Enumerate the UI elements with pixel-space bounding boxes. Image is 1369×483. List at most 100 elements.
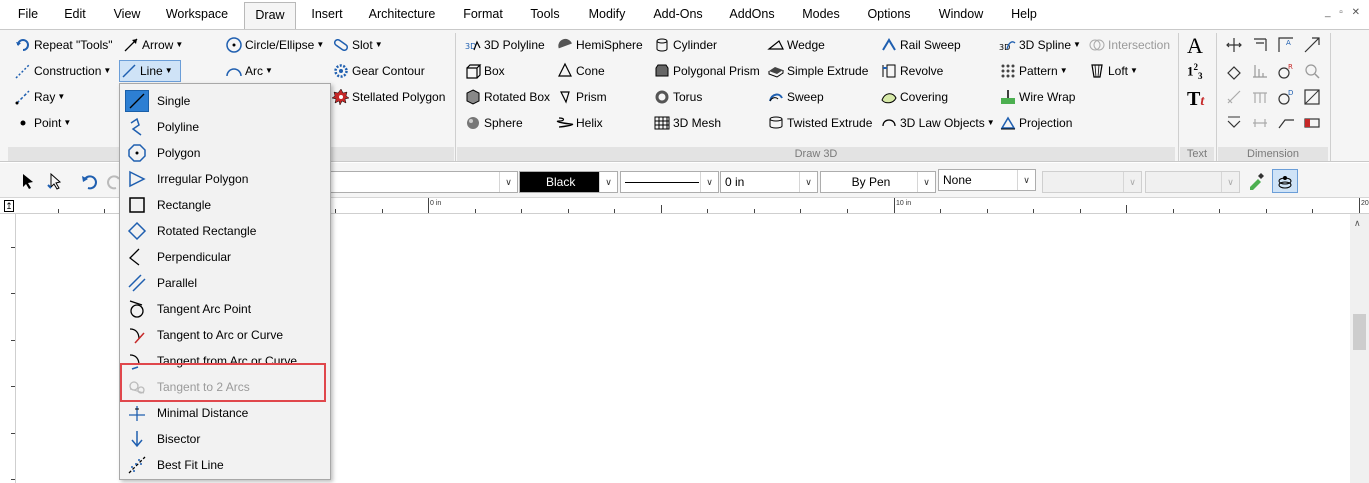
repeat-tools-button[interactable]: Repeat "Tools": [14, 34, 113, 56]
torus-button[interactable]: Torus: [653, 86, 702, 108]
menu-format[interactable]: Format: [456, 0, 510, 29]
wire-wrap-button[interactable]: Wire Wrap: [999, 86, 1075, 108]
dimension-continue-icon[interactable]: [1250, 113, 1270, 133]
circle-ellipse-button[interactable]: Circle/Ellipse ▼: [225, 34, 324, 56]
window-controls[interactable]: _ ▫ ✕: [1325, 7, 1363, 18]
dimension-radius-icon[interactable]: R: [1276, 61, 1296, 81]
menu-item-polygon[interactable]: Polygon: [122, 140, 328, 166]
select-subobject-icon[interactable]: [45, 171, 65, 191]
sweep-button[interactable]: Sweep: [767, 86, 824, 108]
menu-item-tangent-arc-curve[interactable]: Tangent to Arc or Curve: [122, 322, 328, 348]
box-button[interactable]: Box: [464, 60, 505, 82]
menu-help[interactable]: Help: [1004, 0, 1044, 29]
scrollbar-thumb[interactable]: [1353, 314, 1366, 350]
dimension-zoom-icon[interactable]: [1302, 61, 1322, 81]
covering-button[interactable]: Covering: [880, 86, 948, 108]
line-style-select[interactable]: ∨: [620, 171, 719, 193]
loft-button[interactable]: Loft ▼: [1088, 60, 1138, 82]
gear-contour-button[interactable]: Gear Contour: [332, 60, 425, 82]
eyedropper-icon[interactable]: [1246, 171, 1266, 191]
menu-options[interactable]: Options: [860, 0, 918, 29]
menu-edit[interactable]: Edit: [59, 0, 91, 29]
menu-view[interactable]: View: [107, 0, 147, 29]
3d-mesh-button[interactable]: 3D Mesh: [653, 112, 721, 134]
3d-spline-button[interactable]: 3D 3D Spline ▼: [999, 34, 1081, 56]
cylinder-button[interactable]: Cylinder: [653, 34, 717, 56]
menu-addons[interactable]: AddOns: [723, 0, 781, 29]
menu-item-bisector[interactable]: Bisector: [122, 426, 328, 452]
dimension-leader-icon[interactable]: [1302, 35, 1322, 55]
3d-polyline-button[interactable]: 3D 3D Polyline: [464, 34, 545, 56]
dimension-tolerance-icon[interactable]: [1302, 113, 1322, 133]
color-select[interactable]: Black ∨: [519, 171, 618, 193]
cone-button[interactable]: Cone: [556, 60, 605, 82]
undo-icon[interactable]: [80, 171, 100, 191]
menu-item-single[interactable]: Single: [122, 88, 328, 114]
sphere-button[interactable]: Sphere: [464, 112, 523, 134]
pattern-button[interactable]: Pattern ▼: [999, 60, 1068, 82]
dimension-aligned-icon[interactable]: [1250, 35, 1270, 55]
dimension-callout-icon[interactable]: [1276, 113, 1296, 133]
polygonal-prism-button[interactable]: Polygonal Prism: [653, 60, 760, 82]
dimension-diameter-icon[interactable]: D: [1276, 87, 1296, 107]
menu-architecture[interactable]: Architecture: [362, 0, 442, 29]
wedge-button[interactable]: Wedge: [767, 34, 825, 56]
helix-button[interactable]: Helix: [556, 112, 603, 134]
menu-modes[interactable]: Modes: [795, 0, 847, 29]
dimension-angle-icon[interactable]: A: [1276, 35, 1296, 55]
menu-tools[interactable]: Tools: [523, 0, 567, 29]
line-button[interactable]: Line ▼: [119, 60, 181, 82]
projection-button[interactable]: Projection: [999, 112, 1072, 134]
dimension-ordinate-icon[interactable]: [1224, 87, 1244, 107]
prism-button[interactable]: Prism: [556, 86, 607, 108]
layer-manager-icon[interactable]: [1272, 169, 1298, 193]
menu-insert[interactable]: Insert: [306, 0, 348, 29]
stellated-polygon-button[interactable]: Stellated Polygon: [331, 86, 445, 108]
intersection-button[interactable]: Intersection: [1088, 34, 1170, 56]
menu-item-parallel[interactable]: Parallel: [122, 270, 328, 296]
menu-workspace[interactable]: Workspace: [162, 0, 232, 29]
dimension-linear-icon[interactable]: [1224, 35, 1244, 55]
arc-button[interactable]: Arc ▼: [225, 60, 273, 82]
simple-extrude-button[interactable]: Simple Extrude: [767, 60, 868, 82]
menu-draw[interactable]: Draw: [244, 2, 296, 29]
menu-file[interactable]: File: [13, 0, 43, 29]
menu-item-rectangle[interactable]: Rectangle: [122, 192, 328, 218]
revolve-button[interactable]: Revolve: [880, 60, 943, 82]
text-style-icon[interactable]: Tt: [1187, 88, 1204, 111]
fill-select[interactable]: None ∨: [938, 169, 1036, 191]
pen-select[interactable]: By Pen ∨: [820, 171, 936, 193]
menu-item-rotated-rectangle[interactable]: Rotated Rectangle: [122, 218, 328, 244]
menu-item-tangent-arc-point[interactable]: Tangent Arc Point: [122, 296, 328, 322]
vertical-scrollbar[interactable]: ∧: [1350, 214, 1369, 483]
point-button[interactable]: Point ▼: [14, 112, 71, 134]
dimension-arc-length-icon[interactable]: [1224, 113, 1244, 133]
select-pointer-icon[interactable]: [18, 171, 38, 191]
disabled-select-1[interactable]: ∨: [1042, 171, 1142, 193]
menu-item-perpendicular[interactable]: Perpendicular: [122, 244, 328, 270]
construction-button[interactable]: Construction ▼: [14, 60, 111, 82]
menu-item-polyline[interactable]: Polyline: [122, 114, 328, 140]
dimension-rotated-icon[interactable]: [1224, 61, 1244, 81]
rotated-box-button[interactable]: Rotated Box: [464, 86, 550, 108]
ruler-origin-icon[interactable]: ↥: [4, 200, 14, 212]
text-icon[interactable]: A: [1187, 33, 1203, 59]
menu-window[interactable]: Window: [933, 0, 989, 29]
menu-item-irregular-polygon[interactable]: Irregular Polygon: [122, 166, 328, 192]
dimension-box-icon[interactable]: [1302, 87, 1322, 107]
disabled-select-2[interactable]: ∨: [1145, 171, 1240, 193]
menu-item-best-fit-line[interactable]: Best Fit Line: [122, 452, 328, 478]
arrow-button[interactable]: Arrow ▼: [122, 34, 183, 56]
layer-select[interactable]: ∨: [330, 171, 518, 193]
numbering-icon[interactable]: 123: [1187, 62, 1203, 81]
rail-sweep-button[interactable]: Rail Sweep: [880, 34, 961, 56]
menu-add-ons[interactable]: Add-Ons: [647, 0, 709, 29]
hemisphere-button[interactable]: HemiSphere: [556, 34, 643, 56]
menu-modify[interactable]: Modify: [580, 0, 634, 29]
menu-item-minimal-distance[interactable]: Minimal Distance: [122, 400, 328, 426]
slot-button[interactable]: Slot ▼: [332, 34, 383, 56]
ray-button[interactable]: Ray ▼: [14, 86, 65, 108]
3d-law-objects-button[interactable]: 3D Law Objects ▼: [880, 112, 995, 134]
dimension-chain-icon[interactable]: [1250, 87, 1270, 107]
scroll-up-icon[interactable]: ∧: [1354, 218, 1361, 229]
